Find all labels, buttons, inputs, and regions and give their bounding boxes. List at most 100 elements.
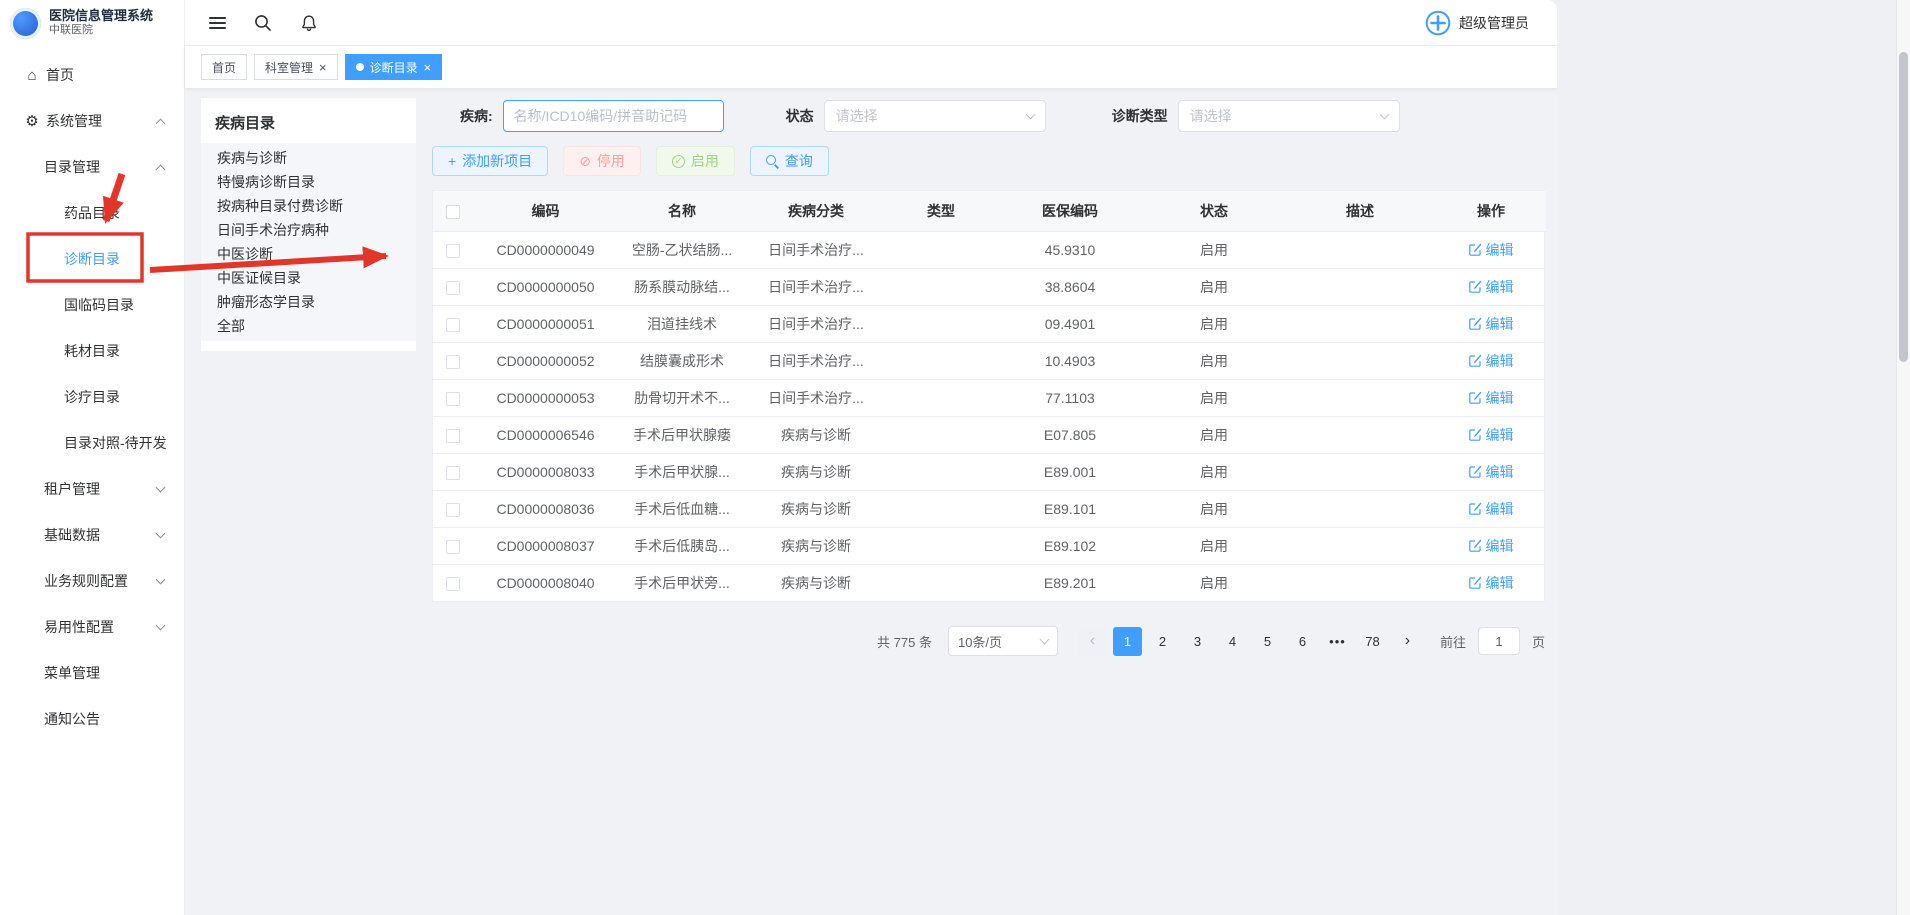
- row-checkbox[interactable]: [446, 281, 460, 295]
- edit-button[interactable]: 编辑: [1469, 240, 1514, 260]
- page-size-select[interactable]: 10条/页: [948, 626, 1058, 656]
- page-button-78[interactable]: 78: [1358, 627, 1387, 656]
- edit-button[interactable]: 编辑: [1469, 573, 1514, 593]
- search-icon[interactable]: [254, 14, 272, 32]
- status-select[interactable]: 请选择: [824, 100, 1046, 132]
- sidebar-item-drug-catalog[interactable]: 药品目录: [0, 190, 184, 236]
- catalog-item-tcm-diagnosis[interactable]: 中医诊断: [201, 242, 416, 266]
- user-menu[interactable]: 超级管理员: [1425, 10, 1529, 36]
- cell-category: 日间手术治疗...: [746, 268, 886, 305]
- edit-button[interactable]: 编辑: [1469, 277, 1514, 297]
- sidebar-item-catalog-management[interactable]: 目录管理: [0, 144, 184, 190]
- sidebar-item-home[interactable]: ⌂ 首页: [0, 52, 184, 98]
- edit-button[interactable]: 编辑: [1469, 388, 1514, 408]
- more-pages-button[interactable]: •••: [1323, 627, 1352, 656]
- sidebar-item-usability-config[interactable]: 易用性配置: [0, 604, 184, 650]
- catalog-item-special-chronic[interactable]: 特慢病诊断目录: [201, 170, 416, 194]
- add-item-button[interactable]: + 添加新项目: [432, 146, 548, 176]
- sidebar-item-basic-data[interactable]: 基础数据: [0, 512, 184, 558]
- page-button-4[interactable]: 4: [1218, 627, 1247, 656]
- edit-button[interactable]: 编辑: [1469, 425, 1514, 445]
- scrollbar-track[interactable]: [1896, 0, 1910, 915]
- page-button-6[interactable]: 6: [1288, 627, 1317, 656]
- cell-insurance-code: E07.805: [996, 416, 1144, 453]
- sidebar-item-system-management[interactable]: ⚙ 系统管理: [0, 98, 184, 144]
- sidebar-item-consumables-catalog[interactable]: 耗材目录: [0, 328, 184, 374]
- row-checkbox[interactable]: [446, 503, 460, 517]
- page-button-2[interactable]: 2: [1148, 627, 1177, 656]
- enable-button[interactable]: ✓ 启用: [656, 146, 735, 176]
- sidebar-item-business-rules[interactable]: 业务规则配置: [0, 558, 184, 604]
- row-checkbox[interactable]: [446, 244, 460, 258]
- tab-home[interactable]: 首页: [201, 54, 247, 80]
- catalog-item-tcm-syndrome[interactable]: 中医证候目录: [201, 266, 416, 290]
- row-checkbox[interactable]: [446, 540, 460, 554]
- diagnosis-type-select[interactable]: 请选择: [1178, 100, 1400, 132]
- cell-category: 日间手术治疗...: [746, 305, 886, 342]
- prev-page-button[interactable]: ‹: [1078, 627, 1107, 656]
- catalog-item-day-surgery[interactable]: 日间手术治疗病种: [201, 218, 416, 242]
- sidebar-item-tenant-management[interactable]: 租户管理: [0, 466, 184, 512]
- row-checkbox[interactable]: [446, 355, 460, 369]
- cell-type: [886, 305, 996, 342]
- cell-name: 结膜囊成形术: [618, 342, 746, 379]
- sidebar-item-diagnosis-catalog[interactable]: 诊断目录: [0, 236, 184, 282]
- query-button[interactable]: 查询: [750, 146, 829, 176]
- page-button-5[interactable]: 5: [1253, 627, 1282, 656]
- tab-department-management[interactable]: 科室管理 ×: [254, 54, 338, 80]
- sidebar-item-national-code-catalog[interactable]: 国临码目录: [0, 282, 184, 328]
- sidebar-item-treatment-catalog[interactable]: 诊疗目录: [0, 374, 184, 420]
- disable-button[interactable]: ⊘ 停用: [563, 146, 641, 176]
- edit-label: 编辑: [1486, 314, 1514, 334]
- row-checkbox[interactable]: [446, 429, 460, 443]
- sidebar-item-label: 药品目录: [64, 203, 120, 223]
- cell-code: CD0000008033: [473, 453, 618, 490]
- catalog-item-all[interactable]: 全部: [201, 314, 416, 338]
- sidebar-item-menu-management[interactable]: 菜单管理: [0, 650, 184, 696]
- edit-label: 编辑: [1486, 351, 1514, 371]
- tab-label: 科室管理: [265, 59, 313, 76]
- page-button-1[interactable]: 1: [1113, 627, 1142, 656]
- edit-icon: [1469, 539, 1482, 552]
- cell-category: 疾病与诊断: [746, 490, 886, 527]
- catalog-item-payment-by-disease[interactable]: 按病种目录付费诊断: [201, 194, 416, 218]
- sidebar-item-catalog-mapping[interactable]: 目录对照-待开发: [0, 420, 184, 466]
- row-checkbox[interactable]: [446, 392, 460, 406]
- catalog-item-disease-diagnosis[interactable]: 疾病与诊断: [201, 146, 416, 170]
- cell-name: 肋骨切开术不...: [618, 379, 746, 416]
- close-icon[interactable]: ×: [424, 61, 432, 74]
- cell-insurance-code: 77.1103: [996, 379, 1144, 416]
- tab-diagnosis-catalog[interactable]: 诊断目录 ×: [345, 54, 443, 80]
- row-checkbox[interactable]: [446, 466, 460, 480]
- edit-button[interactable]: 编辑: [1469, 462, 1514, 482]
- row-checkbox[interactable]: [446, 577, 460, 591]
- cell-status: 启用: [1144, 490, 1284, 527]
- bell-icon[interactable]: [300, 14, 318, 32]
- cell-name: 泪道挂线术: [618, 305, 746, 342]
- edit-button[interactable]: 编辑: [1469, 499, 1514, 519]
- edit-button[interactable]: 编辑: [1469, 351, 1514, 371]
- tab-bar: 首页 科室管理 × 诊断目录 ×: [185, 46, 1557, 88]
- cell-status: 启用: [1144, 527, 1284, 564]
- content-area: 疾病目录 疾病与诊断 特慢病诊断目录 按病种目录付费诊断 日间手术治疗病种 中医…: [185, 88, 1557, 915]
- cell-code: CD0000008040: [473, 564, 618, 601]
- edit-button[interactable]: 编辑: [1469, 314, 1514, 334]
- menu-fold-icon[interactable]: [209, 15, 226, 31]
- page-button-3[interactable]: 3: [1183, 627, 1212, 656]
- next-page-button[interactable]: ›: [1393, 627, 1422, 656]
- chevron-down-icon: [156, 620, 166, 630]
- goto-page-input[interactable]: [1478, 627, 1520, 655]
- edit-button[interactable]: 编辑: [1469, 536, 1514, 556]
- cell-name: 手术后甲状旁...: [618, 564, 746, 601]
- scrollbar-thumb[interactable]: [1899, 52, 1908, 362]
- catalog-item-tumor-morphology[interactable]: 肿瘤形态学目录: [201, 290, 416, 314]
- close-icon[interactable]: ×: [319, 61, 327, 74]
- select-all-checkbox[interactable]: [446, 205, 460, 219]
- disease-search-input[interactable]: [503, 100, 724, 132]
- row-checkbox[interactable]: [446, 318, 460, 332]
- gear-icon: ⚙: [22, 112, 42, 130]
- sidebar-item-notice[interactable]: 通知公告: [0, 696, 184, 742]
- cell-type: [886, 527, 996, 564]
- edit-label: 编辑: [1486, 499, 1514, 519]
- disease-filter-label: 疾病:: [460, 106, 493, 126]
